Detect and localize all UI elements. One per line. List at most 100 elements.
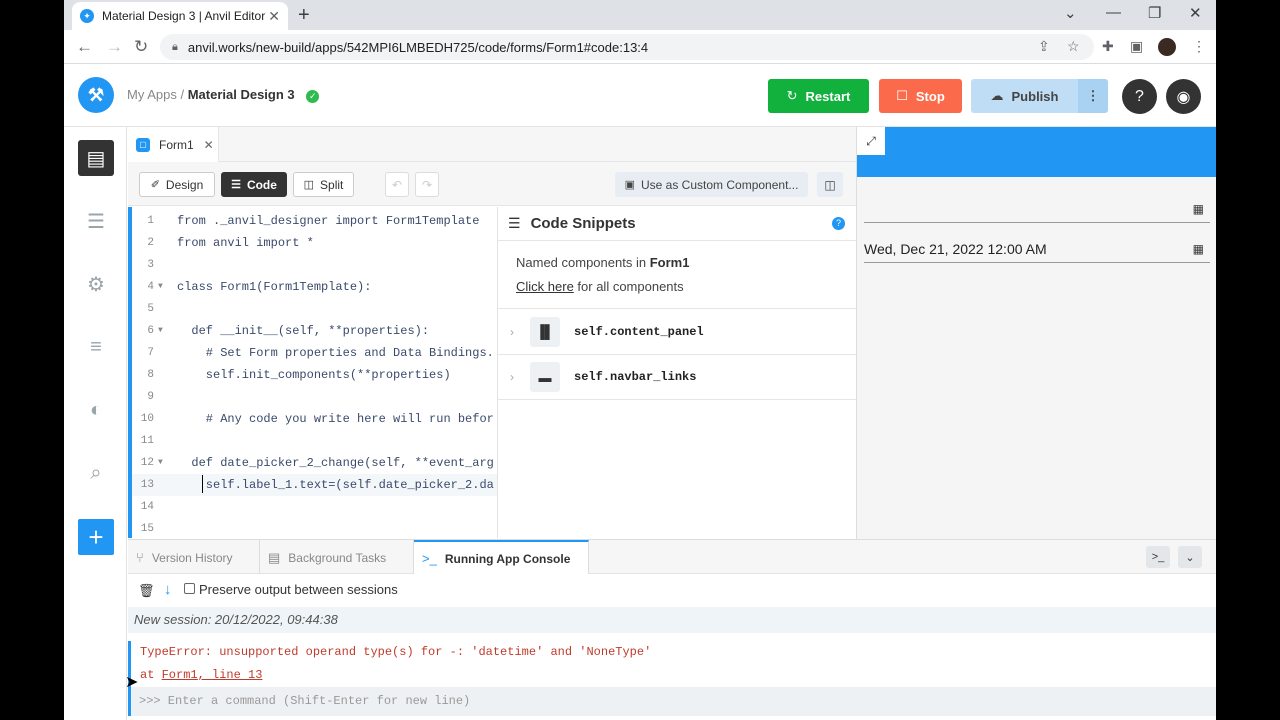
code-line[interactable]: 9 — [132, 386, 497, 408]
theme-palette-icon[interactable]: ◐ — [78, 392, 114, 428]
fold-arrow-icon[interactable]: ▼ — [158, 320, 163, 342]
cloud-upload-icon: ☁ — [990, 88, 1004, 103]
bookmark-star-icon[interactable]: ☆ — [1067, 38, 1080, 55]
new-tab-button[interactable]: + — [298, 4, 310, 27]
code-line[interactable]: 1 from ._anvil_designer import Form1Templ… — [132, 210, 497, 232]
back-icon[interactable]: ← — [76, 37, 93, 57]
tab-search-icon[interactable]: ⌄ — [1064, 4, 1077, 22]
tab-running-app-console[interactable]: >_ Running App Console — [414, 540, 589, 575]
profile-avatar[interactable] — [1158, 38, 1176, 56]
help-icon[interactable]: ? — [832, 217, 845, 230]
editor-toolbar: ✐ Design ☰ Code ◫ Split ↶ ↷ ▣ Use as Cus… — [128, 162, 856, 206]
collapse-panel-icon[interactable]: ⌄ — [1178, 546, 1202, 568]
trash-icon[interactable]: 🗑︎ — [138, 583, 155, 599]
code-line[interactable]: 13 self.label_1.text=(self.date_picker_2… — [132, 474, 497, 496]
data-tables-icon[interactable]: ☰ — [78, 203, 114, 239]
date-picker-2-value: Wed, Dec 21, 2022 12:00 AM — [864, 240, 1047, 257]
code-line[interactable]: 6 ▼ def __init__(self, **properties): — [132, 320, 497, 342]
chevron-right-icon[interactable]: › — [510, 325, 514, 339]
sidepanel-icon[interactable]: ▣ — [1130, 38, 1143, 55]
breadcrumb-my-apps[interactable]: My Apps / — [127, 87, 184, 102]
date-picker-1[interactable]: ▦ — [864, 195, 1210, 223]
code-button[interactable]: ☰ Code — [221, 172, 287, 197]
flow-panel-icon: ▬ — [530, 362, 560, 392]
design-button[interactable]: ✐ Design — [139, 172, 215, 197]
terminal-toggle-icon[interactable]: >_ — [1146, 546, 1170, 568]
preserve-output-checkbox[interactable] — [184, 583, 195, 594]
code-line[interactable]: 12 ▼ def date_picker_2_change(self, **eve… — [132, 452, 497, 474]
code-line[interactable]: 14 — [132, 496, 497, 518]
form-tab-close-icon[interactable]: ✕ — [204, 138, 214, 152]
restore-icon[interactable]: ❐ — [1148, 4, 1161, 22]
reload-icon[interactable]: ↻ — [134, 37, 148, 57]
line-number: 9 — [147, 391, 154, 403]
use-as-custom-component-button[interactable]: ▣ Use as Custom Component... — [615, 172, 808, 197]
forward-icon[interactable]: → — [106, 37, 123, 57]
code-line[interactable]: 7 # Set Form properties and Data Binding… — [132, 342, 497, 364]
date-picker-2[interactable]: Wed, Dec 21, 2022 12:00 AM ▦ — [864, 235, 1210, 263]
anvil-logo-icon[interactable]: ⚒ — [78, 77, 114, 113]
close-window-icon[interactable]: ✕ — [1189, 4, 1202, 22]
app-browser-icon[interactable]: ▤ — [78, 140, 114, 176]
named-components-text: Named components in Form1 — [516, 255, 689, 270]
form-icon: ▢ — [136, 137, 150, 152]
share-icon[interactable]: ⇪ — [1038, 38, 1050, 55]
code-line[interactable]: 11 — [132, 430, 497, 452]
custom-component-label: Use as Custom Component... — [641, 177, 799, 192]
add-icon[interactable]: + — [78, 519, 114, 555]
command-input[interactable]: >>> Enter a command (Shift-Enter for new… — [128, 687, 1216, 716]
tab-background-tasks[interactable]: ▤ Background Tasks — [260, 540, 414, 575]
console-toolbar: 🗑︎ ↓ Preserve output between sessions — [128, 574, 1216, 607]
click-here-link[interactable]: Click here — [516, 279, 574, 294]
minimize-icon[interactable]: — — [1106, 4, 1121, 21]
code-line[interactable]: 2 from anvil import * — [132, 232, 497, 254]
line-number: 5 — [147, 303, 154, 315]
chevron-right-icon[interactable]: › — [510, 370, 514, 384]
url-field[interactable]: 🔒︎ anvil.works/new-build/apps/542MPI6LMB… — [160, 34, 1094, 60]
error-location-link[interactable]: Form1, line 13 — [162, 668, 263, 682]
tab-close-icon[interactable]: ✕ — [268, 8, 280, 25]
code-line[interactable]: 4 ▼ class Form1(Form1Template): — [132, 276, 497, 298]
snippet-label: self.navbar_links — [574, 370, 697, 384]
tab-version-history[interactable]: ⑂ Version History — [128, 540, 260, 575]
click-here-text: Click here for all components — [516, 279, 684, 294]
split-button[interactable]: ◫ Split — [293, 172, 354, 197]
snippet-row-navbar-links[interactable]: › ▬ self.navbar_links — [498, 354, 856, 400]
list-icon[interactable]: ≡ — [78, 329, 114, 365]
code-text: # Any code you write here will run befor — [177, 412, 494, 426]
account-button[interactable]: ◉ — [1166, 79, 1201, 114]
code-line[interactable]: 10 # Any code you write here will run be… — [132, 408, 497, 430]
restart-button[interactable]: ↻ Restart — [768, 79, 869, 113]
code-editor[interactable]: 1 from ._anvil_designer import Form1Templ… — [128, 207, 497, 538]
tab-form1[interactable]: ▢ Form1 ✕ — [128, 127, 219, 162]
mouse-cursor-icon: ➤ — [125, 674, 139, 691]
code-line[interactable]: 3 — [132, 254, 497, 276]
help-button[interactable]: ? — [1122, 79, 1157, 114]
expand-icon[interactable]: ⤢ — [857, 127, 885, 155]
stop-button[interactable]: ☐ Stop — [879, 79, 962, 113]
settings-icon[interactable]: ⚙ — [78, 266, 114, 302]
undo-button[interactable]: ↶ — [385, 172, 409, 197]
snippet-row-content-panel[interactable]: › ▐▌ self.content_panel — [498, 308, 856, 354]
letterbox-left — [0, 0, 64, 720]
browser-menu-icon[interactable]: ⋮ — [1192, 38, 1206, 55]
browser-tab[interactable]: ✦ Material Design 3 | Anvil Editor ✕ — [72, 2, 288, 30]
code-line[interactable]: 15 — [132, 518, 497, 538]
line-number: 13 — [140, 479, 154, 491]
restart-label: Restart — [805, 88, 851, 104]
browser-tab-title: Material Design 3 | Anvil Editor — [102, 9, 266, 23]
extensions-icon[interactable]: ✚ — [1102, 38, 1114, 55]
fold-arrow-icon[interactable]: ▼ — [158, 452, 163, 474]
publish-button[interactable]: ☁ Publish — [971, 79, 1078, 113]
redo-button[interactable]: ↷ — [415, 172, 439, 197]
code-line[interactable]: 5 — [132, 298, 497, 320]
toggle-panel-button[interactable]: ◫ — [817, 172, 843, 197]
form-tab-label: Form1 — [159, 137, 194, 152]
line-number: 3 — [147, 259, 154, 271]
fold-arrow-icon[interactable]: ▼ — [158, 276, 163, 298]
scroll-down-icon[interactable]: ↓ — [164, 581, 172, 598]
code-line[interactable]: 8 self.init_components(**properties) — [132, 364, 497, 386]
publish-more-button[interactable]: ⋮ — [1078, 79, 1108, 113]
app-name: Material Design 3 — [187, 87, 295, 102]
search-icon[interactable]: ⌕ — [78, 455, 114, 491]
